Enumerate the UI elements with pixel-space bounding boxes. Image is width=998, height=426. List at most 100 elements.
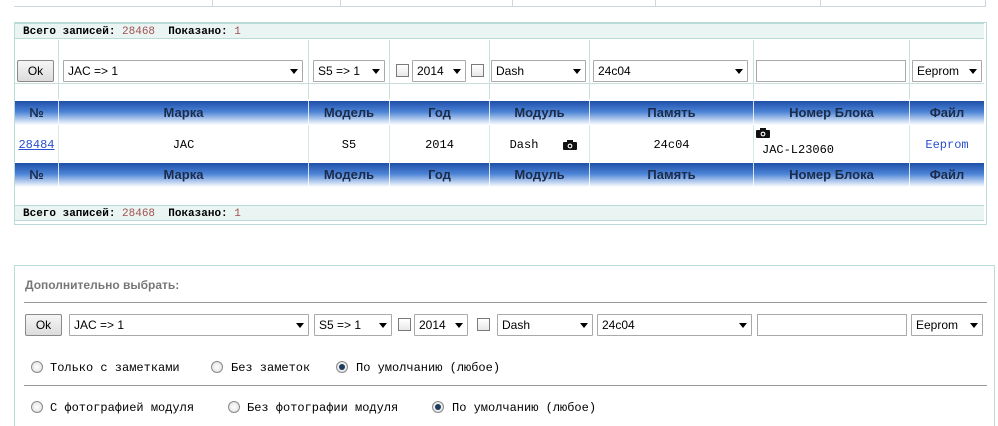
- extra-year-select[interactable]: 2014: [414, 314, 468, 336]
- row-model: S5: [341, 138, 357, 152]
- shown-label: Показано:: [168, 208, 228, 220]
- chevron-down-icon: [573, 69, 581, 74]
- shown-value: 1: [234, 208, 241, 220]
- col-footer-model: Модель: [323, 167, 375, 182]
- col-header-block: Номер Блока: [789, 105, 874, 120]
- radio-notes-only-label: Только с заметками: [50, 361, 180, 375]
- extra-year-checkbox[interactable]: [398, 318, 411, 331]
- chevron-down-icon: [455, 323, 463, 328]
- table-header: № Марка Модель Год Модуль Память Номер Б…: [15, 101, 984, 125]
- radio-without-photo-label: Без фотографии модуля: [247, 401, 399, 415]
- radio-with-photo[interactable]: [31, 401, 43, 413]
- block-number-input[interactable]: [756, 60, 906, 82]
- row-module: Dash: [509, 138, 539, 152]
- file-type-select-value: Eeprom: [917, 64, 960, 78]
- status-bar-bottom: Всего записей: 28468 Показано: 1: [15, 205, 984, 221]
- col-header-brand: Марка: [163, 105, 204, 120]
- top-remnant-cell: [14, 0, 213, 7]
- chevron-down-icon: [379, 323, 387, 328]
- col-footer-block: Номер Блока: [789, 167, 874, 182]
- col-header-number: №: [29, 105, 44, 120]
- chevron-down-icon: [453, 69, 461, 74]
- col-header-model: Модель: [323, 105, 375, 120]
- total-value: 28468: [122, 26, 156, 38]
- top-remnant-cell: [655, 0, 821, 7]
- brand-select[interactable]: JAC => 1: [63, 60, 303, 82]
- extra-module-checkbox[interactable]: [477, 318, 490, 331]
- total-value: 28468: [122, 208, 156, 220]
- brand-select-value: JAC => 1: [68, 64, 119, 78]
- col-footer-year: Год: [428, 167, 451, 182]
- chevron-down-icon: [290, 69, 298, 74]
- extra-file-type-select[interactable]: Eeprom: [911, 314, 983, 336]
- camera-icon[interactable]: [756, 128, 770, 138]
- radio-photo-default[interactable]: [432, 401, 444, 413]
- col-footer-brand: Марка: [163, 167, 204, 182]
- chevron-down-icon: [739, 323, 747, 328]
- divider: [24, 302, 987, 303]
- chevron-down-icon: [735, 69, 743, 74]
- extra-brand-select-value: JAC => 1: [74, 318, 125, 332]
- extra-model-select-value: S5 => 1: [319, 318, 362, 332]
- extra-file-type-select-value: Eeprom: [916, 318, 959, 332]
- year-select-value: 2014: [417, 64, 444, 78]
- top-remnant-cell: [212, 0, 341, 7]
- chevron-down-icon: [970, 323, 978, 328]
- module-select[interactable]: Dash: [491, 60, 586, 82]
- top-remnant-cell: [820, 0, 986, 7]
- row-id-link[interactable]: 28484: [15, 138, 58, 152]
- extra-filter-title: Дополнительно выбрать:: [25, 278, 180, 292]
- grid-line: [753, 40, 754, 99]
- grid-line: [15, 83, 984, 84]
- extra-model-select[interactable]: S5 => 1: [314, 314, 392, 336]
- top-remnant-cell: [512, 0, 656, 7]
- top-remnant-cell: [340, 0, 513, 7]
- col-footer-memory: Память: [647, 167, 696, 182]
- shown-value: 1: [234, 26, 241, 38]
- total-label: Всего записей:: [23, 208, 116, 220]
- grid-line: [489, 40, 490, 99]
- radio-notes-default-label: По умолчанию (любое): [356, 361, 501, 375]
- row-block: JAC-L23060: [762, 143, 835, 157]
- ok-button[interactable]: Ok: [17, 60, 54, 82]
- file-type-select[interactable]: Eeprom: [912, 60, 982, 82]
- table-row: 28484 JAC S5 2014 Dash 24c04 JAC-L23060 …: [15, 125, 984, 163]
- grid-line: [58, 40, 59, 99]
- radio-notes-default[interactable]: [336, 361, 348, 373]
- extra-module-select-value: Dash: [502, 318, 531, 332]
- camera-icon[interactable]: [563, 140, 577, 150]
- row-file-link[interactable]: Eeprom: [910, 138, 984, 152]
- radio-with-photo-label: С фотографией модуля: [50, 401, 195, 415]
- year-checkbox[interactable]: [396, 64, 409, 77]
- model-select-value: S5 => 1: [318, 64, 361, 78]
- extra-block-number-input[interactable]: [757, 314, 907, 336]
- grid-line: [589, 40, 590, 99]
- radio-no-notes-label: Без заметок: [231, 361, 311, 375]
- grid-line: [308, 40, 309, 99]
- col-header-file: Файл: [929, 105, 965, 120]
- col-header-module: Модуль: [514, 105, 565, 120]
- table-footer-header: № Марка Модель Год Модуль Память Номер Б…: [15, 163, 984, 187]
- grid-line: [909, 40, 910, 99]
- status-bar-top: Всего записей: 28468 Показано: 1: [15, 23, 984, 39]
- memory-select[interactable]: 24c04: [593, 60, 748, 82]
- module-checkbox[interactable]: [471, 64, 484, 77]
- extra-memory-select-value: 24c04: [602, 318, 635, 332]
- col-footer-module: Модуль: [514, 167, 565, 182]
- shown-label: Показано:: [168, 26, 228, 38]
- col-header-memory: Память: [647, 105, 696, 120]
- extra-brand-select[interactable]: JAC => 1: [69, 314, 309, 336]
- row-year: 2014: [425, 138, 454, 152]
- extra-filter-panel: Дополнительно выбрать: Ok JAC => 1 S5 =>…: [14, 265, 995, 426]
- radio-notes-only[interactable]: [31, 361, 43, 373]
- extra-ok-button[interactable]: Ok: [25, 314, 62, 336]
- memory-select-value: 24c04: [598, 64, 631, 78]
- extra-memory-select[interactable]: 24c04: [597, 314, 752, 336]
- radio-no-notes[interactable]: [211, 361, 223, 373]
- row-memory: 24c04: [653, 138, 690, 152]
- year-select[interactable]: 2014: [412, 60, 466, 82]
- extra-module-select[interactable]: Dash: [497, 314, 593, 336]
- radio-without-photo[interactable]: [228, 401, 240, 413]
- grid-line: [389, 40, 390, 99]
- model-select[interactable]: S5 => 1: [313, 60, 385, 82]
